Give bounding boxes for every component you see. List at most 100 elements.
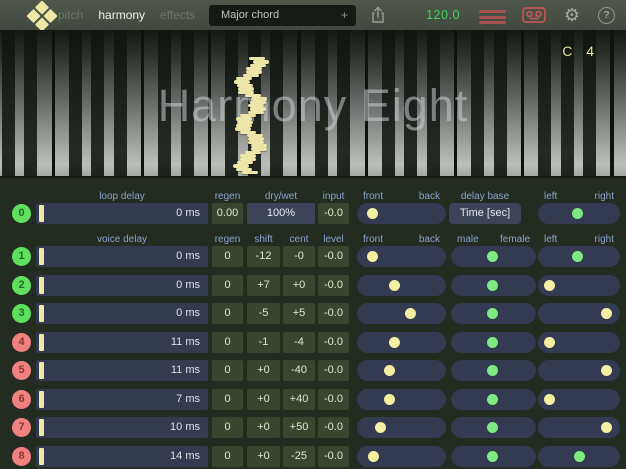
left-right-dot[interactable] <box>572 251 583 262</box>
shift-box[interactable]: +0 <box>247 446 280 467</box>
slider-handle[interactable] <box>39 391 44 408</box>
regen-box[interactable]: 0 <box>212 360 243 381</box>
front-back-pan[interactable] <box>357 303 446 324</box>
cent-box[interactable]: -25 <box>283 446 315 467</box>
cent-box[interactable]: +40 <box>283 389 315 410</box>
left-right-pan[interactable] <box>538 332 620 353</box>
front-back-pan[interactable] <box>357 332 446 353</box>
level-box[interactable]: -0.0 <box>318 389 349 410</box>
left-right-pan[interactable] <box>538 417 620 438</box>
tempo-display[interactable]: 120.0 <box>419 0 467 30</box>
tab-pitch[interactable]: pitch <box>58 8 83 22</box>
shift-box[interactable]: +0 <box>247 417 280 438</box>
male-female-pan[interactable] <box>451 417 536 438</box>
regen-box[interactable]: 0 <box>212 389 243 410</box>
level-box[interactable]: -0.0 <box>318 246 349 267</box>
shift-box[interactable]: +0 <box>247 360 280 381</box>
share-icon[interactable] <box>369 6 387 24</box>
cent-box[interactable]: -4 <box>283 332 315 353</box>
left-right-dot[interactable] <box>572 208 583 219</box>
voice-delay-slider[interactable]: 11 ms <box>36 332 208 353</box>
left-right-pan[interactable] <box>538 275 620 296</box>
level-box[interactable]: -0.0 <box>318 360 349 381</box>
regen-box[interactable]: 0 <box>212 246 243 267</box>
shift-box[interactable]: -12 <box>247 246 280 267</box>
voice-index-badge[interactable]: 5 <box>12 361 31 380</box>
front-back-pan[interactable] <box>357 246 446 267</box>
voice-index-badge[interactable]: 8 <box>12 447 31 466</box>
left-right-dot[interactable] <box>601 422 612 433</box>
slider-handle[interactable] <box>39 362 44 379</box>
gear-icon[interactable]: ⚙ <box>561 0 583 30</box>
front-back-pan[interactable] <box>357 389 446 410</box>
voice-delay-slider[interactable]: 0 ms <box>36 303 208 324</box>
male-female-dot[interactable] <box>487 394 498 405</box>
shift-box[interactable]: -5 <box>247 303 280 324</box>
regen-box[interactable]: 0 <box>212 275 243 296</box>
front-back-dot[interactable] <box>375 422 386 433</box>
tab-harmony[interactable]: harmony <box>98 8 145 22</box>
voice-delay-slider[interactable]: 14 ms <box>36 446 208 467</box>
voice-delay-slider[interactable]: 0 ms <box>36 246 208 267</box>
voice-index-badge[interactable]: 4 <box>12 333 31 352</box>
shift-box[interactable]: -1 <box>247 332 280 353</box>
preset-add-icon[interactable]: + <box>341 5 348 26</box>
shift-box[interactable]: +7 <box>247 275 280 296</box>
left-right-pan[interactable] <box>538 246 620 267</box>
voice-delay-slider[interactable]: 0 ms <box>36 275 208 296</box>
slider-handle[interactable] <box>39 305 44 322</box>
male-female-dot[interactable] <box>487 337 498 348</box>
slider-handle[interactable] <box>39 205 44 222</box>
left-right-pan[interactable] <box>538 389 620 410</box>
loop-delay-slider[interactable]: 0 ms <box>36 203 208 224</box>
recorder-icon[interactable] <box>521 6 547 24</box>
front-back-dot[interactable] <box>389 337 400 348</box>
male-female-pan[interactable] <box>451 446 536 467</box>
app-logo-icon[interactable] <box>26 0 57 31</box>
tab-effects[interactable]: effects <box>160 8 195 22</box>
male-female-dot[interactable] <box>487 422 498 433</box>
master-index-badge[interactable]: 0 <box>12 204 31 223</box>
preset-dropdown[interactable]: Major chord + <box>209 5 356 26</box>
left-right-pan[interactable] <box>538 446 620 467</box>
front-back-dot[interactable] <box>367 251 378 262</box>
slider-handle[interactable] <box>39 448 44 465</box>
slider-handle[interactable] <box>39 334 44 351</box>
voice-index-badge[interactable]: 7 <box>12 418 31 437</box>
front-back-dot[interactable] <box>368 451 379 462</box>
front-back-dot[interactable] <box>367 208 378 219</box>
male-female-dot[interactable] <box>487 251 498 262</box>
voice-index-badge[interactable]: 1 <box>12 247 31 266</box>
slider-handle[interactable] <box>39 248 44 265</box>
help-icon[interactable]: ? <box>598 7 615 24</box>
level-box[interactable]: -0.0 <box>318 332 349 353</box>
input-box[interactable]: -0.0 <box>318 203 349 224</box>
voice-index-badge[interactable]: 3 <box>12 304 31 323</box>
shift-box[interactable]: +0 <box>247 389 280 410</box>
male-female-pan[interactable] <box>451 332 536 353</box>
front-back-pan[interactable] <box>357 203 446 224</box>
keyboard[interactable]: Harmony Eight C 4 <box>0 30 626 178</box>
male-female-dot[interactable] <box>487 280 498 291</box>
cent-box[interactable]: -0 <box>283 246 315 267</box>
slider-handle[interactable] <box>39 419 44 436</box>
left-right-pan[interactable] <box>538 360 620 381</box>
voice-delay-slider[interactable]: 11 ms <box>36 360 208 381</box>
level-box[interactable]: -0.0 <box>318 446 349 467</box>
dry-wet-box[interactable]: 100% <box>247 203 315 224</box>
level-box[interactable]: -0.0 <box>318 303 349 324</box>
left-right-dot[interactable] <box>601 308 612 319</box>
front-back-dot[interactable] <box>389 280 400 291</box>
left-right-pan[interactable] <box>538 203 620 224</box>
level-box[interactable]: -0.0 <box>318 417 349 438</box>
cent-box[interactable]: -40 <box>283 360 315 381</box>
front-back-pan[interactable] <box>357 417 446 438</box>
left-right-dot[interactable] <box>544 394 555 405</box>
voice-delay-slider[interactable]: 10 ms <box>36 417 208 438</box>
front-back-dot[interactable] <box>384 365 395 376</box>
delay-base-button[interactable]: Time [sec] <box>449 203 521 224</box>
regen-box[interactable]: 0 <box>212 417 243 438</box>
front-back-pan[interactable] <box>357 275 446 296</box>
cent-box[interactable]: +50 <box>283 417 315 438</box>
regen-box[interactable]: 0.00 <box>212 203 243 224</box>
